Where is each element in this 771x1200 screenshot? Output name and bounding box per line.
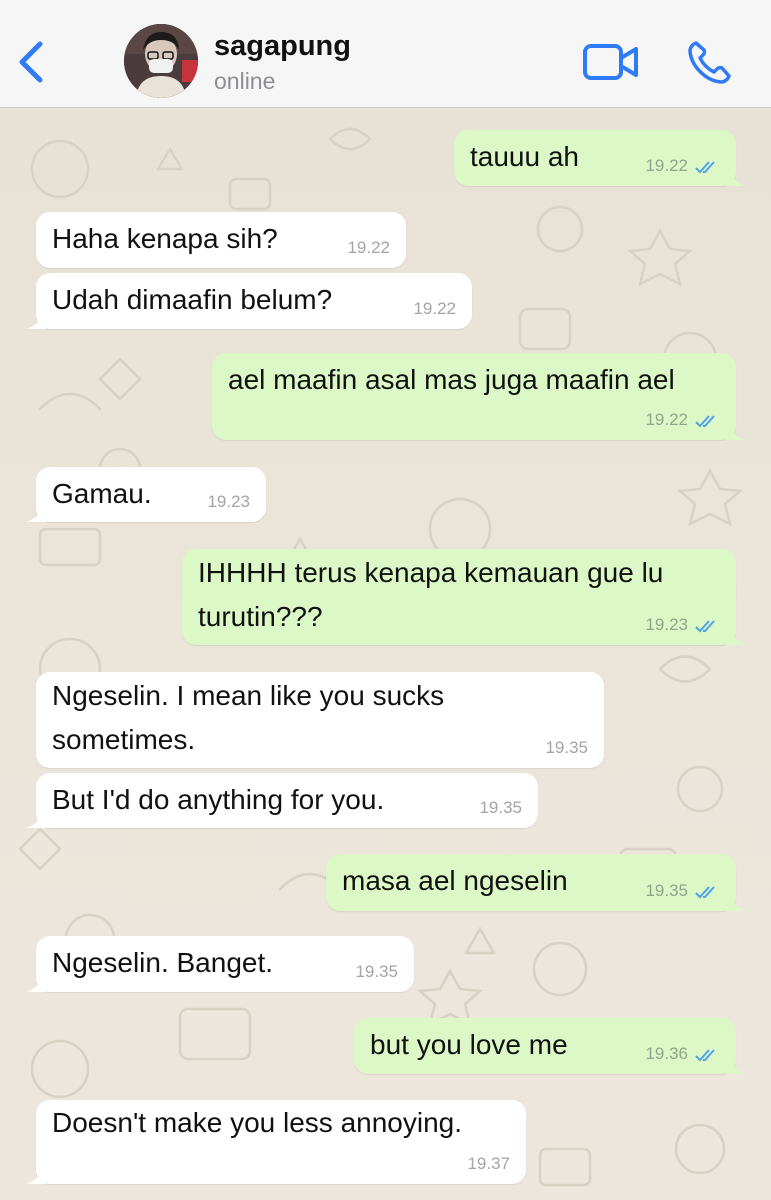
message-text: but you love me	[370, 1029, 568, 1060]
message-meta: 19.35	[645, 881, 720, 901]
message-text: Gamau.	[52, 478, 152, 509]
message-meta: 19.36	[645, 1044, 720, 1064]
read-ticks-icon	[695, 619, 715, 632]
bubble-tail	[26, 972, 46, 992]
message-incoming[interactable]: Doesn't make you less annoying. 19.37	[26, 1100, 526, 1184]
message-incoming[interactable]: Gamau. 19.23	[26, 467, 266, 522]
message-time: 19.35	[479, 798, 522, 817]
message-text: Haha kenapa sih?	[52, 223, 278, 254]
message-meta: 19.22	[645, 410, 720, 430]
bubble-tail	[26, 502, 46, 522]
message-text: Ngeselin. I mean like you sucks sometime…	[52, 680, 445, 755]
message-text: masa ael ngeselin	[342, 865, 568, 896]
message-outgoing[interactable]: masa ael ngeselin 19.35	[326, 854, 746, 911]
message-meta: 19.22	[645, 156, 720, 176]
bubble-tail	[26, 1164, 46, 1184]
message-outgoing[interactable]: ael maafin asal mas juga maafin ael 19.2…	[212, 353, 746, 440]
contact-name[interactable]: sagapung	[214, 30, 351, 63]
message-time: 19.35	[545, 738, 588, 757]
message-text: But I'd do anything for you.	[52, 784, 385, 815]
bubble-tail	[26, 808, 46, 828]
bubble-tail	[726, 166, 746, 186]
message-time: 19.23	[207, 492, 250, 511]
message-text: tauuu ah	[470, 141, 579, 172]
voice-call-button[interactable]	[686, 38, 734, 86]
message-time: 19.22	[347, 238, 390, 257]
message-time: 19.35	[355, 962, 398, 981]
message-incoming[interactable]: Ngeselin. Banget. 19.35	[26, 936, 414, 992]
read-ticks-icon	[695, 1048, 715, 1061]
chat-area[interactable]: tauuu ah 19.22 Haha kenapa sih? 19.22 Ud…	[0, 109, 771, 1200]
chat-header: sagapung online	[0, 0, 771, 108]
message-outgoing[interactable]: tauuu ah 19.22	[454, 130, 746, 186]
video-camera-icon	[583, 44, 638, 80]
back-button[interactable]	[14, 38, 48, 86]
message-incoming[interactable]: But I'd do anything for you. 19.35	[26, 773, 538, 828]
message-time: 19.22	[645, 156, 688, 175]
message-outgoing[interactable]: but you love me 19.36	[354, 1018, 746, 1074]
contact-status: online	[214, 68, 276, 94]
message-time: 19.22	[645, 410, 688, 429]
bubble-tail	[26, 309, 46, 329]
message-outgoing[interactable]: IHHHH terus kenapa kemauan gue lu turuti…	[182, 549, 746, 645]
message-time: 19.23	[645, 615, 688, 634]
phone-icon	[688, 41, 731, 84]
bubble-tail	[726, 420, 746, 440]
avatar[interactable]	[124, 24, 198, 98]
read-ticks-icon	[695, 160, 715, 173]
message-incoming[interactable]: Udah dimaafin belum? 19.22	[26, 273, 472, 329]
message-text: IHHHH terus kenapa kemauan gue lu turuti…	[198, 557, 664, 632]
read-ticks-icon	[695, 414, 715, 427]
chevron-left-icon	[19, 41, 43, 83]
message-time: 19.35	[645, 881, 688, 900]
message-text: Doesn't make you less annoying.	[52, 1107, 463, 1138]
message-meta: 19.23	[645, 615, 720, 635]
message-time: 19.36	[645, 1044, 688, 1063]
video-call-button[interactable]	[582, 40, 640, 84]
read-ticks-icon	[695, 885, 715, 898]
bubble-tail	[726, 625, 746, 645]
message-text: ael maafin asal mas juga maafin ael	[228, 364, 675, 395]
bubble-tail	[726, 891, 746, 911]
bubble-tail	[726, 1054, 746, 1074]
message-incoming[interactable]: Ngeselin. I mean like you sucks sometime…	[36, 672, 604, 768]
message-time: 19.37	[467, 1154, 510, 1173]
message-text: Ngeselin. Banget.	[52, 947, 274, 978]
message-time: 19.22	[413, 299, 456, 318]
message-text: Udah dimaafin belum?	[52, 284, 333, 315]
message-incoming[interactable]: Haha kenapa sih? 19.22	[36, 212, 406, 268]
